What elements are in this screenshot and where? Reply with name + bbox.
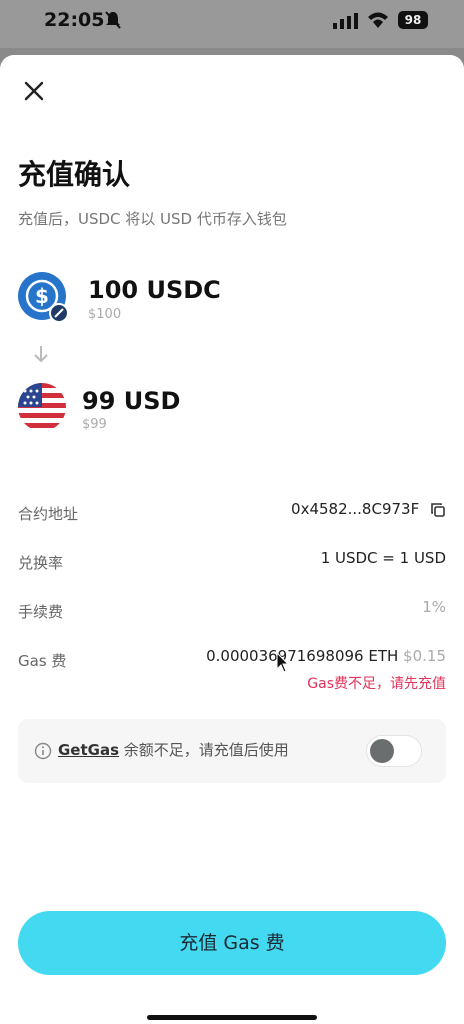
gas-fee-value: 0.000036971698096 ETH <box>206 647 399 665</box>
to-fiat-value: $99 <box>82 417 107 432</box>
page-title: 充值确认 <box>18 158 131 191</box>
confirmation-sheet: 充值确认 充值后，USDC 将以 USD 代币存入钱包 $ 100 USDC $… <box>0 55 464 1024</box>
us-flag-icon <box>18 383 66 431</box>
signal-icon <box>333 13 358 29</box>
gas-warning: Gas费不足，请先充值 <box>307 676 446 692</box>
home-indicator <box>147 1015 317 1020</box>
status-time: 22:05 <box>44 9 105 31</box>
gas-fee-label: Gas 费 <box>18 652 67 670</box>
getgas-toggle[interactable] <box>366 735 422 767</box>
exchange-rate-value: 1 USDC = 1 USD <box>320 549 446 567</box>
getgas-description: 余额不足，请充值后使用 <box>119 741 289 759</box>
gas-fee-fiat: $0.15 <box>403 647 446 665</box>
pointer-cursor-icon <box>276 652 290 673</box>
info-icon <box>34 742 52 760</box>
to-amount: 99 USD <box>82 387 181 415</box>
copy-icon[interactable] <box>430 502 446 518</box>
svg-text:$: $ <box>35 284 49 308</box>
fee-label: 手续费 <box>18 603 64 621</box>
close-icon[interactable] <box>20 77 48 105</box>
contract-address-value: 0x4582...8C973F <box>291 500 420 518</box>
fee-value: 1% <box>422 598 446 616</box>
arrow-down-icon <box>34 346 48 363</box>
battery-indicator: 98 <box>398 11 428 29</box>
bell-off-icon <box>105 11 121 29</box>
page-subtitle: 充值后，USDC 将以 USD 代币存入钱包 <box>18 210 287 228</box>
recharge-gas-button[interactable]: 充值 Gas 费 <box>18 911 446 975</box>
getgas-text: GetGas 余额不足，请充值后使用 <box>58 739 289 760</box>
gas-fee-row: 0.000036971698096 ETH $0.15 <box>206 647 446 665</box>
from-fiat-value: $100 <box>88 307 122 322</box>
getgas-option: GetGas 余额不足，请充值后使用 <box>18 719 446 783</box>
usdc-coin-icon: $ <box>18 272 68 322</box>
from-amount: 100 USDC <box>88 276 221 304</box>
toggle-knob <box>370 739 394 763</box>
status-bar: 22:05 98 <box>0 0 464 48</box>
wifi-icon <box>368 12 388 28</box>
contract-address-label: 合约地址 <box>18 505 79 523</box>
exchange-rate-label: 兑换率 <box>18 554 64 572</box>
getgas-link[interactable]: GetGas <box>58 741 119 759</box>
contract-address-row: 0x4582...8C973F <box>291 500 446 518</box>
